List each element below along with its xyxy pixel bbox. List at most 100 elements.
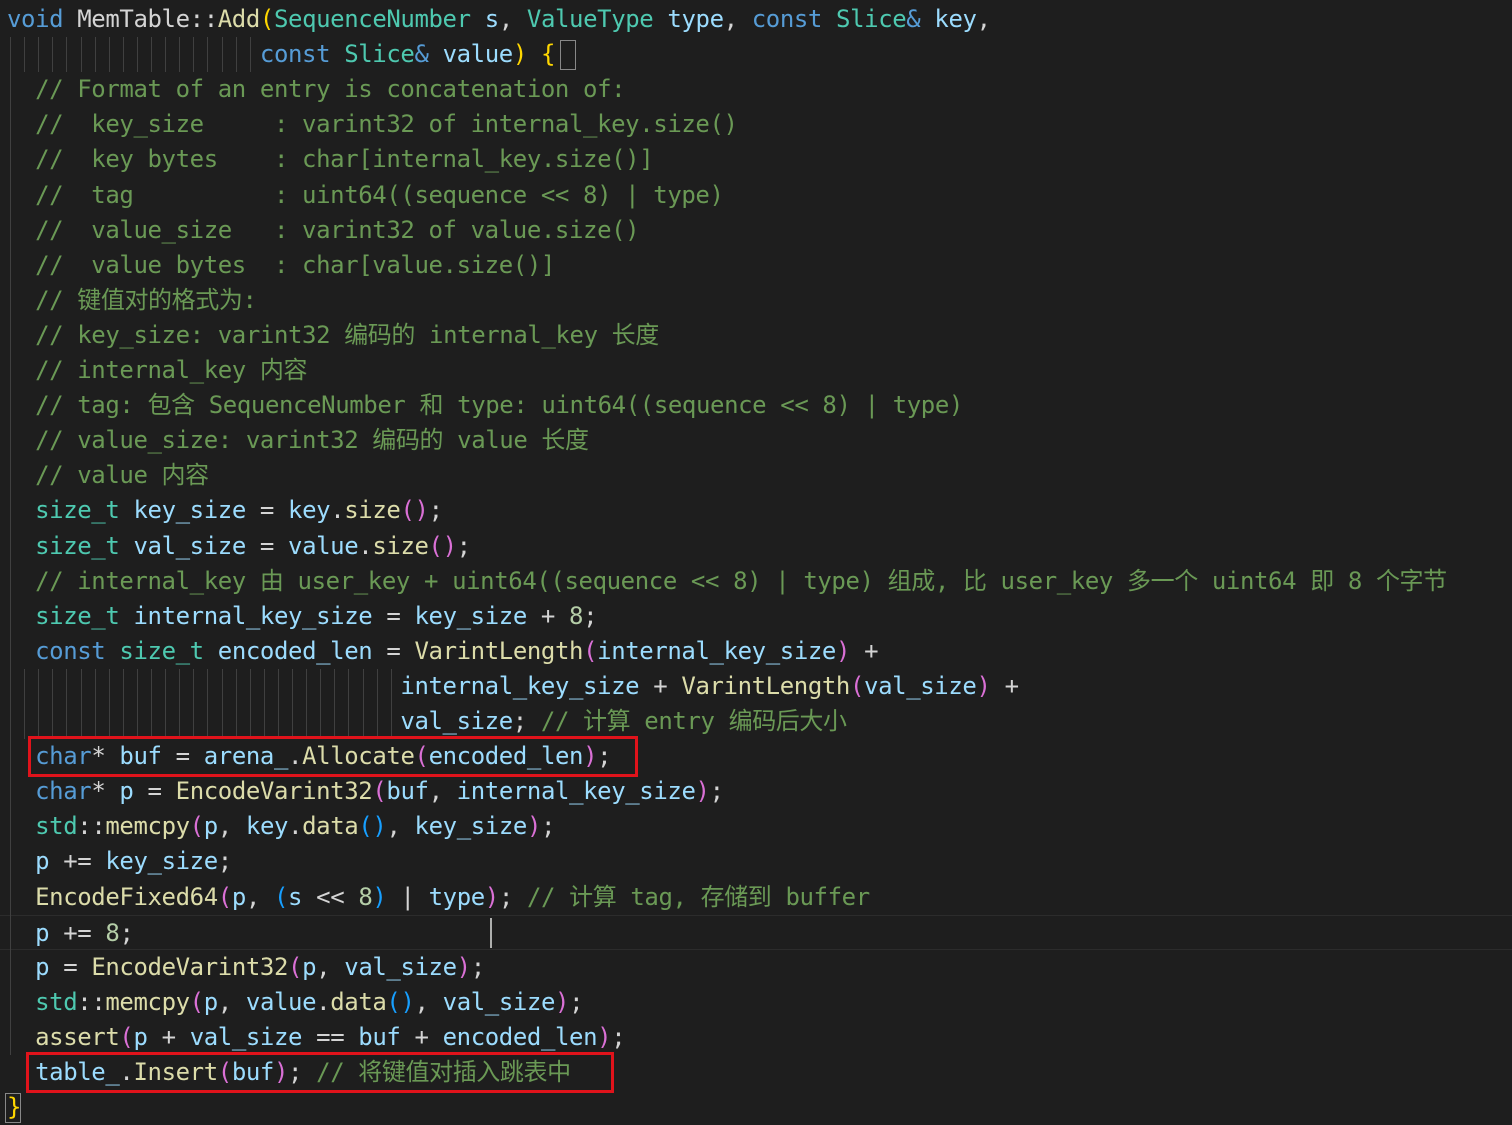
code-token: :: <box>77 987 106 1016</box>
code-token: const <box>35 636 106 665</box>
code-token: ; <box>119 918 134 947</box>
code-line[interactable]: // tag: 包含 SequenceNumber 和 type: uint64… <box>0 388 1512 423</box>
code-token: p <box>133 1022 148 1051</box>
code-token: ) <box>372 882 387 911</box>
code-line[interactable]: // internal_key 内容 <box>0 353 1512 388</box>
code-token: internal_key_size <box>456 777 696 806</box>
code-token: key_size <box>414 601 527 630</box>
code-token: void <box>7 5 64 33</box>
code-token: + <box>400 1022 443 1051</box>
code-token: ; <box>456 531 471 560</box>
code-line[interactable]: // key bytes : char[internal_key.size()] <box>0 142 1512 177</box>
code-line[interactable]: std::memcpy(p, value.data(), val_size); <box>0 985 1512 1020</box>
code-line[interactable]: // value_size : varint32 of value.size() <box>0 213 1512 248</box>
code-token: assert <box>35 1022 120 1051</box>
code-token: ; <box>498 882 527 911</box>
code-token: // 键值对的格式为: <box>35 285 257 314</box>
code-line[interactable]: // 键值对的格式为: <box>0 283 1512 318</box>
code-line[interactable]: p += key_size; <box>0 844 1512 879</box>
code-token: ValueType <box>526 5 654 33</box>
code-token: ; <box>217 847 232 876</box>
code-token: EncodeFixed64 <box>35 882 218 911</box>
code-line[interactable]: // internal_key 由 user_key + uint64((seq… <box>0 564 1512 599</box>
code-token: 8 <box>105 918 120 947</box>
indent-guide <box>136 37 138 73</box>
code-token: p <box>35 952 50 981</box>
code-line[interactable]: // key_size: varint32 编码的 internal_key 长… <box>0 318 1512 353</box>
code-line[interactable]: p += 8; <box>0 914 1512 950</box>
code-token: = <box>372 601 415 630</box>
code-line[interactable]: p = EncodeVarint32(p, val_size); <box>0 950 1512 985</box>
code-token: = <box>372 636 415 665</box>
code-line[interactable]: char* p = EncodeVarint32(buf, internal_k… <box>0 774 1512 809</box>
indent-guide <box>165 37 167 73</box>
code-line[interactable]: assert(p + val_size == buf + encoded_len… <box>0 1020 1512 1055</box>
code-line[interactable]: // value bytes : char[value.size()] <box>0 248 1512 283</box>
code-line[interactable]: size_t val_size = value.size(); <box>0 529 1512 564</box>
code-token: internal_key_size <box>400 671 640 700</box>
indent-guide <box>235 704 237 740</box>
indent-guide <box>376 704 378 740</box>
indent-guide <box>38 668 40 704</box>
code-line[interactable]: val_size; // 计算 entry 编码后大小 <box>0 704 1512 739</box>
code-token: data <box>330 987 387 1016</box>
code-token: ) <box>555 987 570 1016</box>
indent-guide <box>136 704 138 740</box>
code-token: ; <box>709 777 724 806</box>
indent-guide <box>151 704 152 740</box>
indent-guide <box>165 668 167 704</box>
code-token: ( <box>259 5 274 33</box>
indent-guide <box>94 704 96 740</box>
code-token: VarintLength <box>681 671 850 700</box>
code-line[interactable]: const size_t encoded_len = VarintLength(… <box>0 634 1512 669</box>
code-token: // 计算 entry 编码后大小 <box>540 707 847 735</box>
code-token: key_size <box>414 812 528 841</box>
code-line[interactable]: // Format of an entry is concatenation o… <box>0 72 1512 107</box>
indent-guide <box>136 668 138 704</box>
indent-guide <box>179 668 181 704</box>
code-line[interactable]: // value_size: varint32 编码的 value 长度 <box>0 423 1512 458</box>
code-token: s <box>288 882 303 911</box>
code-token: // key_size : varint32 of internal_key.s… <box>35 110 738 139</box>
code-token: = <box>245 531 289 560</box>
code-line[interactable]: // key_size : varint32 of internal_key.s… <box>0 107 1512 142</box>
code-line[interactable]: const Slice& value) { <box>0 37 1512 72</box>
code-token: p <box>302 952 317 981</box>
code-token: value <box>288 531 359 560</box>
indent-guide <box>348 704 350 740</box>
indent-guide <box>207 37 209 73</box>
code-token: ; <box>611 1022 626 1051</box>
code-line[interactable]: // tag : uint64((sequence << 8) | type) <box>0 178 1512 213</box>
code-token: type <box>667 5 724 33</box>
code-line[interactable]: size_t key_size = key.size(); <box>0 493 1512 528</box>
code-line[interactable]: // value 内容 <box>0 458 1512 493</box>
code-token: , <box>386 812 415 841</box>
code-token: & <box>906 5 921 33</box>
code-token: = <box>133 777 176 806</box>
bracket-match-open <box>560 40 576 71</box>
code-token: . <box>358 531 373 560</box>
code-line[interactable]: EncodeFixed64(p, (s << 8) | type); // 计算… <box>0 880 1512 915</box>
code-token: & <box>414 40 429 69</box>
indent-guide <box>52 704 54 740</box>
indent-guide <box>38 704 40 740</box>
code-line[interactable]: internal_key_size + VarintLength(val_siz… <box>0 669 1512 704</box>
indent-guide <box>80 668 82 704</box>
code-token: ( <box>217 882 232 911</box>
indent-guide <box>122 668 124 704</box>
code-token: size_t <box>119 636 204 665</box>
code-editor[interactable]: void MemTable::Add(SequenceNumber s, Val… <box>0 0 1512 1125</box>
code-token: . <box>316 987 331 1016</box>
code-line[interactable]: size_t internal_key_size = key_size + 8; <box>0 599 1512 634</box>
indent-guide <box>334 704 336 740</box>
code-line[interactable]: } <box>0 1090 1512 1125</box>
code-line[interactable]: std::memcpy(p, key.data(), key_size); <box>0 809 1512 844</box>
code-line[interactable]: void MemTable::Add(SequenceNumber s, Val… <box>0 2 1512 37</box>
code-token: val_size <box>442 987 556 1016</box>
indent-guide <box>320 668 322 704</box>
